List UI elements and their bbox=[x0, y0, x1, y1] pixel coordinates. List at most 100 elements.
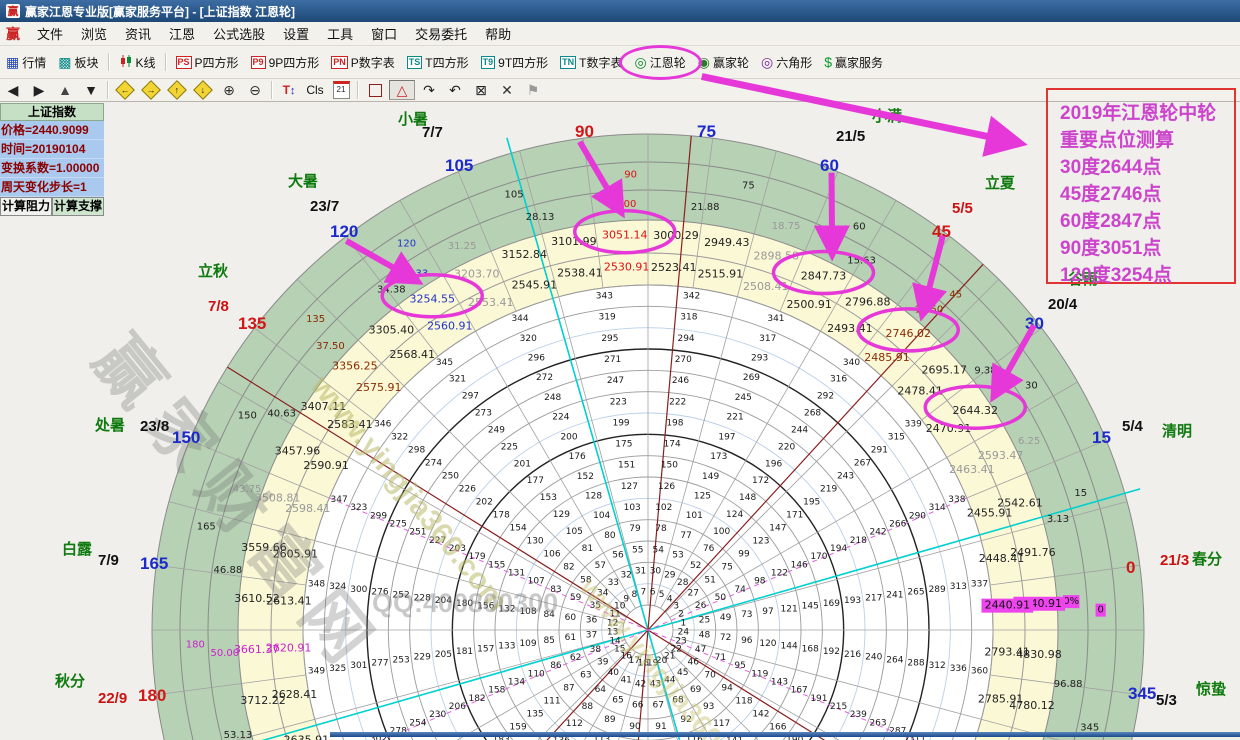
svg-text:174: 174 bbox=[664, 440, 681, 450]
wheel-label: 20/4 bbox=[1048, 296, 1077, 313]
svg-text:142: 142 bbox=[752, 710, 769, 720]
svg-text:90: 90 bbox=[629, 722, 641, 732]
pan-down-button[interactable]: ↓ bbox=[191, 81, 215, 99]
p-table-button[interactable]: PNP数字表 bbox=[325, 52, 401, 73]
svg-text:58: 58 bbox=[580, 575, 592, 585]
svg-text:15: 15 bbox=[1074, 488, 1087, 499]
wheel-label: 23/7 bbox=[310, 198, 339, 215]
svg-text:0: 0 bbox=[1097, 605, 1103, 616]
svg-text:250: 250 bbox=[442, 471, 459, 481]
svg-text:2523.41: 2523.41 bbox=[651, 261, 697, 274]
t-square-button[interactable]: TST四方形 bbox=[401, 52, 475, 73]
calc-support-button[interactable]: 计算支撑 bbox=[52, 197, 104, 216]
nav-up-button[interactable]: ▲ bbox=[53, 81, 77, 99]
menu-item[interactable]: 工具 bbox=[318, 22, 362, 45]
quotes-button[interactable]: ▦行情 bbox=[0, 52, 52, 73]
menu-item[interactable]: 窗口 bbox=[362, 22, 406, 45]
time-updown-icon: T↕ bbox=[283, 83, 296, 97]
menu-item[interactable]: 资讯 bbox=[116, 22, 160, 45]
nav-right-button[interactable]: ▶ bbox=[27, 81, 51, 99]
t-table-button[interactable]: TNT数字表 bbox=[554, 52, 628, 73]
p-square-button[interactable]: PSP四方形 bbox=[170, 52, 245, 73]
flag-tool-button[interactable]: ⚑ bbox=[521, 81, 545, 99]
svg-text:192: 192 bbox=[823, 647, 840, 657]
nav-down-button[interactable]: ▼ bbox=[79, 81, 103, 99]
svg-text:132: 132 bbox=[498, 604, 515, 614]
rotate-ccw-button[interactable]: ↷ bbox=[417, 81, 441, 99]
svg-text:177: 177 bbox=[527, 476, 544, 486]
menu-item[interactable]: 江恩 bbox=[160, 22, 204, 45]
svg-text:120: 120 bbox=[759, 639, 776, 649]
calendar-button[interactable]: 21 bbox=[329, 81, 353, 99]
panel-row: 变换系数=1.00000 bbox=[0, 159, 104, 178]
note-line: 60度2847点 bbox=[1060, 208, 1234, 235]
svg-text:128: 128 bbox=[585, 492, 602, 502]
pan-right-button-icon: → bbox=[141, 80, 161, 100]
note-line: 120度3254点 bbox=[1060, 262, 1234, 289]
zoom-out-button[interactable]: ⊖ bbox=[243, 81, 267, 99]
svg-text:67: 67 bbox=[652, 701, 663, 711]
svg-text:107: 107 bbox=[528, 577, 545, 587]
svg-text:2793.41: 2793.41 bbox=[984, 646, 1030, 659]
svg-text:277: 277 bbox=[371, 658, 388, 668]
winner-wheel-button-label: 赢家轮 bbox=[713, 54, 749, 71]
svg-text:25: 25 bbox=[699, 616, 710, 626]
svg-text:165: 165 bbox=[197, 522, 216, 533]
ninep-square-button[interactable]: P99P四方形 bbox=[245, 52, 326, 73]
rotate-cw-button[interactable]: ↶ bbox=[443, 81, 467, 99]
svg-text:66: 66 bbox=[632, 701, 644, 711]
svg-text:241: 241 bbox=[886, 590, 903, 600]
svg-text:24: 24 bbox=[678, 628, 690, 638]
menu-item[interactable]: 帮助 bbox=[476, 22, 520, 45]
wheel-label: 处暑 bbox=[95, 414, 125, 435]
time-scale-button[interactable]: T↕ bbox=[277, 81, 301, 99]
svg-text:53.13: 53.13 bbox=[224, 730, 253, 740]
kline-button[interactable]: K线 bbox=[113, 52, 162, 73]
zoom-in-icon: ⊕ bbox=[223, 83, 235, 97]
svg-text:3254.55: 3254.55 bbox=[409, 293, 455, 306]
flag-tool-icon: ⚑ bbox=[527, 83, 540, 97]
svg-text:318: 318 bbox=[680, 313, 697, 323]
menu-item[interactable]: 交易委托 bbox=[406, 22, 476, 45]
pan-right-button[interactable]: → bbox=[139, 81, 163, 99]
svg-text:143: 143 bbox=[771, 677, 788, 687]
svg-text:106: 106 bbox=[543, 549, 560, 559]
hexagon-button[interactable]: ◎六角形 bbox=[755, 52, 818, 73]
nav-left-button[interactable]: ◀ bbox=[1, 81, 25, 99]
svg-text:341: 341 bbox=[767, 314, 784, 324]
svg-text:173: 173 bbox=[710, 452, 727, 462]
pan-left-button[interactable]: ← bbox=[113, 81, 137, 99]
menu-item[interactable]: 文件 bbox=[28, 22, 72, 45]
svg-text:196: 196 bbox=[765, 459, 782, 469]
svg-text:343: 343 bbox=[596, 292, 613, 302]
svg-text:145: 145 bbox=[802, 602, 819, 612]
calendar-icon: 21 bbox=[333, 81, 350, 99]
triangle-tool-button[interactable]: △ bbox=[389, 80, 415, 100]
svg-text:319: 319 bbox=[599, 313, 616, 323]
converge-button[interactable]: ✕ bbox=[495, 81, 519, 99]
t-square-button-label: T四方形 bbox=[425, 54, 468, 71]
cls-button[interactable]: Cls bbox=[303, 81, 327, 99]
blocks-button[interactable]: ▩板块 bbox=[52, 52, 104, 73]
quotes-button-label: 行情 bbox=[22, 54, 46, 71]
svg-text:317: 317 bbox=[759, 334, 776, 344]
svg-text:245: 245 bbox=[735, 393, 752, 403]
pan-up-button[interactable]: ↑ bbox=[165, 81, 189, 99]
menu-logo-icon: 赢 bbox=[0, 24, 28, 44]
winner-wheel-button[interactable]: ◉赢家轮 bbox=[692, 52, 755, 73]
winner-service-button[interactable]: $赢家服务 bbox=[818, 52, 889, 73]
svg-text:41: 41 bbox=[620, 676, 631, 686]
zoom-in-button[interactable]: ⊕ bbox=[217, 81, 241, 99]
ninet-square-button[interactable]: T99T四方形 bbox=[475, 52, 555, 73]
nav-up-icon: ▲ bbox=[58, 83, 72, 97]
menu-item[interactable]: 设置 bbox=[274, 22, 318, 45]
gann-wheel-button[interactable]: ◎江恩轮 bbox=[629, 52, 692, 73]
svg-text:152: 152 bbox=[577, 472, 594, 482]
menu-item[interactable]: 浏览 bbox=[72, 22, 116, 45]
svg-text:91: 91 bbox=[655, 722, 666, 732]
calc-resistance-button[interactable]: 计算阻力 bbox=[0, 197, 52, 216]
menu-item[interactable]: 公式选股 bbox=[204, 22, 274, 45]
converge-icon: ✕ bbox=[501, 83, 513, 97]
square-tool-button[interactable] bbox=[363, 81, 387, 99]
box-x-button[interactable]: ⊠ bbox=[469, 81, 493, 99]
